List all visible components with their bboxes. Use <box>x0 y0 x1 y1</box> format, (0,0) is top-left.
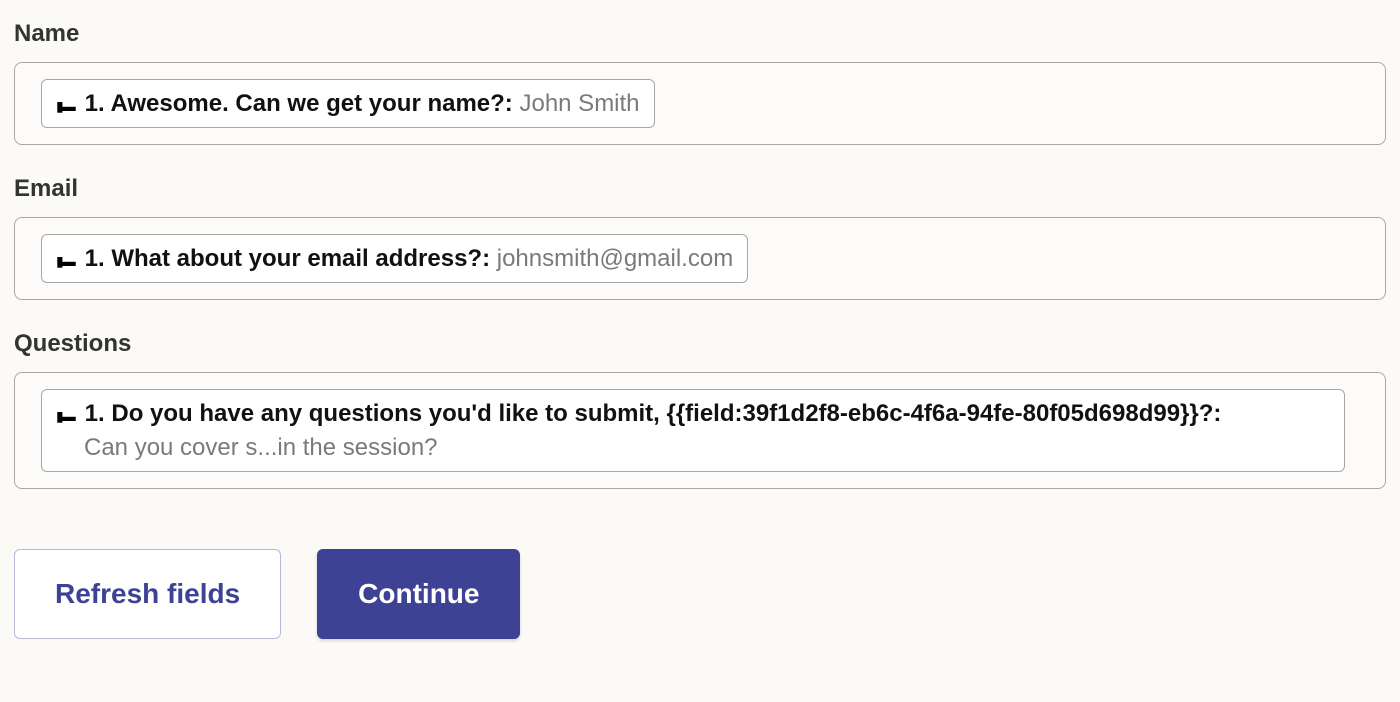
name-chip-value: John Smith <box>519 90 639 117</box>
button-row: Refresh fields Continue <box>14 549 1386 639</box>
form-group-name: Name ▮▬ 1. Awesome. Can we get your name… <box>14 20 1386 145</box>
questions-field-chip[interactable]: ▮▬ 1. Do you have any questions you'd li… <box>41 389 1345 471</box>
questions-input[interactable]: ▮▬ 1. Do you have any questions you'd li… <box>14 372 1386 488</box>
name-chip-question: 1. Awesome. Can we get your name?: <box>85 90 520 117</box>
refresh-fields-button[interactable]: Refresh fields <box>14 549 281 639</box>
questions-label: Questions <box>14 330 1386 358</box>
email-input[interactable]: ▮▬ 1. What about your email address?: jo… <box>14 217 1386 300</box>
name-input[interactable]: ▮▬ 1. Awesome. Can we get your name?: Jo… <box>14 62 1386 145</box>
name-field-chip[interactable]: ▮▬ 1. Awesome. Can we get your name?: Jo… <box>41 79 655 128</box>
form-group-email: Email ▮▬ 1. What about your email addres… <box>14 175 1386 300</box>
continue-button[interactable]: Continue <box>317 549 520 639</box>
questions-chip-question: 1. Do you have any questions you'd like … <box>85 400 1222 427</box>
text-field-icon: ▮▬ <box>56 252 78 270</box>
text-field-icon: ▮▬ <box>56 97 78 115</box>
form-group-questions: Questions ▮▬ 1. Do you have any question… <box>14 330 1386 488</box>
email-chip-question: 1. What about your email address?: <box>85 245 497 272</box>
form-page: Name ▮▬ 1. Awesome. Can we get your name… <box>0 0 1400 653</box>
email-chip-value: johnsmith@gmail.com <box>497 245 733 272</box>
name-label: Name <box>14 20 1386 48</box>
text-field-icon: ▮▬ <box>56 407 78 425</box>
email-label: Email <box>14 175 1386 203</box>
questions-chip-value: Can you cover s...in the session? <box>56 430 1330 463</box>
email-field-chip[interactable]: ▮▬ 1. What about your email address?: jo… <box>41 234 748 283</box>
